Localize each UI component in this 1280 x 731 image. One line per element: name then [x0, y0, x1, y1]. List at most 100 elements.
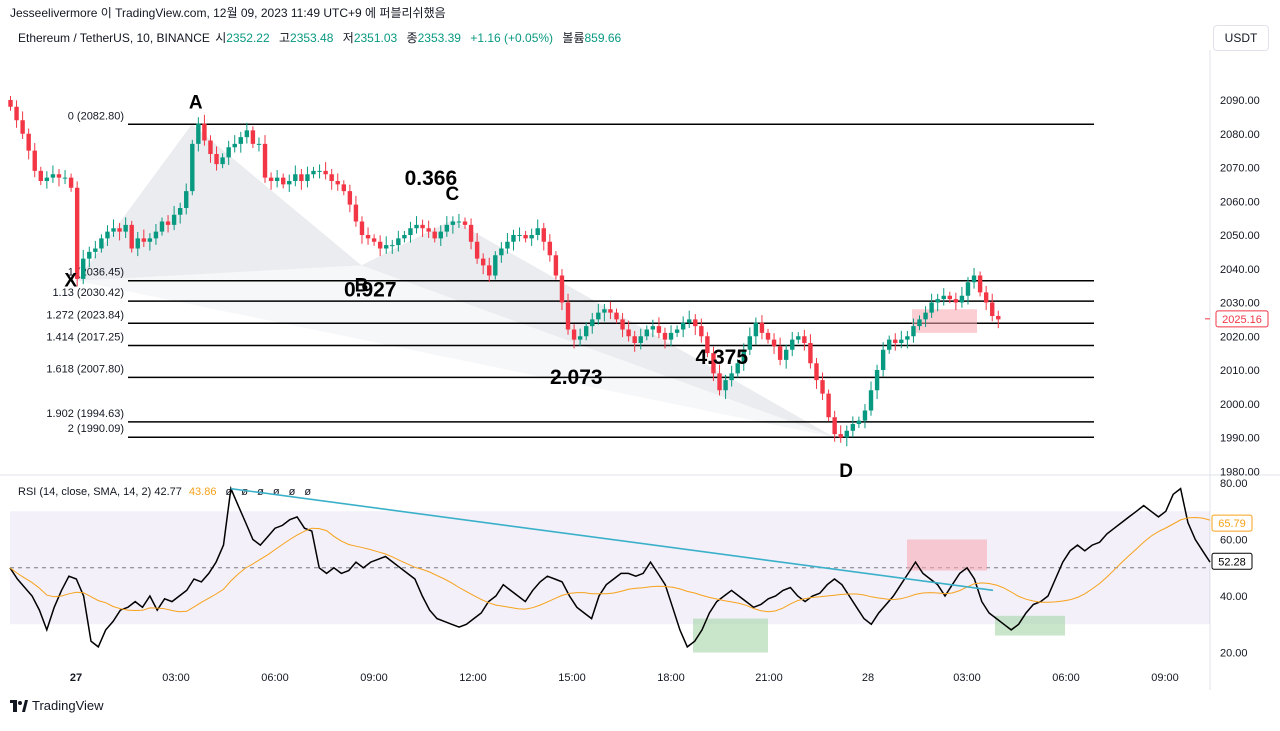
candle — [759, 315, 765, 340]
candle — [953, 292, 959, 311]
candle — [674, 325, 680, 337]
candle — [699, 318, 704, 343]
candle — [983, 285, 989, 311]
pattern-point-label: A — [189, 92, 203, 113]
candle — [384, 236, 389, 254]
candle-body — [311, 170, 316, 175]
candle — [38, 166, 43, 186]
tradingview-logo[interactable]: TradingView — [10, 698, 104, 713]
candle-body — [359, 221, 365, 235]
candle — [323, 162, 328, 180]
candle-body — [8, 100, 13, 107]
candle-body — [420, 224, 425, 229]
chart-canvas[interactable]: 2090.00 2080.00 2070.00 2060.00 2050.00 2040.… — [0, 0, 1280, 731]
candle — [977, 271, 983, 297]
candle — [541, 223, 546, 251]
candle-body — [329, 174, 334, 181]
candle-body — [923, 312, 928, 320]
candle-body — [281, 177, 286, 185]
candle — [517, 227, 522, 242]
candle — [850, 416, 856, 438]
candle-body — [190, 143, 195, 192]
rsi-value-tag-label: 52.28 — [1218, 556, 1246, 568]
candle — [232, 135, 237, 153]
candle — [26, 128, 31, 160]
candle-body — [674, 329, 680, 333]
candle-body — [468, 224, 474, 242]
fib-level-label: 1.272 (2023.84) — [46, 309, 124, 321]
candle-body — [959, 295, 965, 303]
candle-body — [68, 177, 74, 188]
fib-level-label: 1.414 (2017.25) — [46, 332, 124, 344]
candle-body — [238, 137, 243, 144]
candle-body — [456, 221, 462, 223]
candle — [687, 310, 692, 328]
candle — [893, 333, 898, 351]
candle — [935, 293, 940, 312]
candle — [402, 230, 407, 243]
fib-level-label: 1.618 (2007.80) — [46, 363, 124, 375]
rsi-tick-label: 40.00 — [1220, 591, 1248, 603]
fib-level-label: 1.902 (1994.63) — [46, 408, 124, 420]
candle — [493, 251, 498, 280]
ratio-label: 0.927 — [344, 278, 397, 301]
candle-body — [620, 319, 625, 330]
candle — [990, 293, 995, 322]
candle — [656, 317, 662, 339]
candle — [880, 342, 886, 377]
candle-body — [790, 339, 795, 350]
candle-body — [802, 336, 807, 343]
candle-body — [165, 221, 171, 225]
candle-body — [20, 120, 25, 134]
candle — [299, 169, 304, 190]
price-tick-label: 1990.00 — [1220, 433, 1260, 445]
brand-text: TradingView — [32, 698, 104, 713]
candle — [56, 169, 62, 187]
price-tick-label: 1980.00 — [1220, 466, 1260, 478]
candle-body — [880, 349, 886, 370]
fib-level-label: 0 (2082.80) — [68, 110, 124, 122]
candle-body — [293, 174, 298, 181]
time-tick-label: 09:00 — [1151, 672, 1179, 684]
candle-body — [844, 430, 849, 438]
candle-body — [426, 228, 431, 232]
candle-body — [480, 258, 486, 266]
time-tick-label: 27 — [70, 672, 82, 684]
candle-body — [777, 346, 783, 360]
candle-body — [990, 302, 995, 316]
time-tick-label: 03:00 — [953, 672, 981, 684]
candle-body — [93, 248, 98, 252]
tradingview-logo-icon — [10, 699, 28, 712]
candle-body — [680, 322, 686, 330]
candle-body — [299, 174, 304, 181]
rsi-tick-label: 20.00 — [1220, 648, 1248, 660]
candle-body — [771, 339, 777, 347]
candle-body — [571, 329, 577, 340]
time-tick-label: 21:00 — [755, 672, 783, 684]
candle-body — [26, 133, 31, 151]
candle-body — [935, 299, 940, 303]
time-tick-label: 15:00 — [558, 672, 586, 684]
candle-body — [996, 316, 1001, 320]
candle — [359, 216, 365, 244]
candle — [783, 344, 789, 369]
candle-body — [796, 336, 801, 340]
candle-body — [147, 238, 153, 242]
candle-body — [971, 275, 977, 283]
ratio-label: 4.375 — [695, 346, 748, 369]
candle — [862, 404, 868, 429]
candle-body — [693, 319, 698, 327]
candle-body — [202, 123, 207, 141]
candle-body — [747, 336, 753, 350]
candle — [14, 100, 19, 128]
candle — [32, 143, 37, 178]
candle — [62, 170, 68, 185]
candle — [868, 381, 874, 416]
candle — [553, 251, 559, 280]
candle-body — [226, 147, 231, 158]
candle-body — [220, 157, 225, 165]
price-tick-label: 2000.00 — [1220, 399, 1260, 411]
price-tick-label: 2040.00 — [1220, 264, 1260, 276]
candle-body — [444, 224, 450, 232]
candle-body — [887, 339, 892, 350]
